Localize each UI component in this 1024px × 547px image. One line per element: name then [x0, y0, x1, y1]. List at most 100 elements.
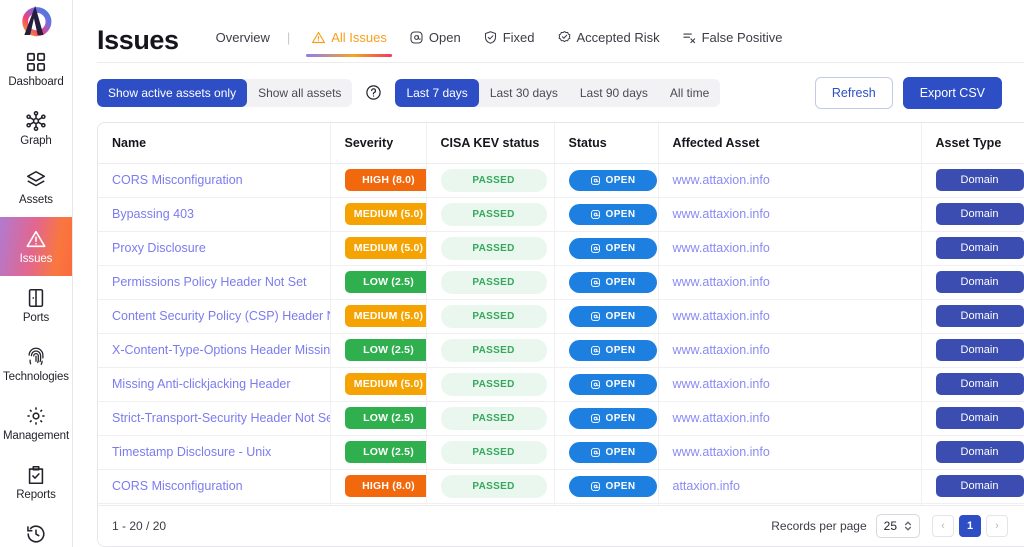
issue-name-link[interactable]: Proxy Disclosure — [112, 241, 206, 255]
cell-cisa-kev: PASSED — [426, 163, 554, 197]
tab-fixed[interactable]: Fixed — [472, 30, 546, 57]
sidebar-item-ports[interactable]: Ports — [0, 276, 72, 335]
column-header-severity[interactable]: Severity — [330, 123, 426, 164]
issue-name-link[interactable]: Bypassing 403 — [112, 207, 194, 221]
table-row[interactable]: X-Content-Type-Options Header Missing LOW… — [98, 333, 1024, 367]
affected-asset-link[interactable]: www.attaxion.info — [673, 275, 770, 289]
affected-asset-link[interactable]: www.attaxion.info — [673, 173, 770, 187]
status-badge[interactable]: OPEN — [569, 374, 657, 395]
status-badge[interactable]: OPEN — [569, 340, 657, 361]
show-active-assets-button[interactable]: Show active assets only — [97, 79, 247, 107]
refresh-button[interactable]: Refresh — [815, 77, 893, 109]
severity-badge[interactable]: LOW (2.5) — [345, 271, 427, 293]
affected-asset-link[interactable]: www.attaxion.info — [673, 377, 770, 391]
column-header-asset-type[interactable]: Asset Type — [921, 123, 1024, 164]
tab-all-issues[interactable]: All Issues — [300, 30, 398, 57]
asset-type-badge[interactable]: Domain — [936, 203, 1024, 225]
status-badge[interactable]: OPEN — [569, 306, 657, 327]
sidebar-item-dashboard[interactable]: Dashboard — [0, 40, 72, 99]
affected-asset-link[interactable]: www.attaxion.info — [673, 309, 770, 323]
table-row[interactable]: Missing Anti-clickjacking Header MEDIUM (… — [98, 367, 1024, 401]
table-row[interactable]: CORS MisconfigurationHIGH (8.0)PASSEDOPE… — [98, 469, 1024, 503]
issue-name-link[interactable]: Permissions Policy Header Not Set — [112, 275, 307, 289]
severity-badge[interactable]: LOW (2.5) — [345, 339, 427, 361]
table-row[interactable]: Permissions Policy Header Not Set LOW (2.… — [98, 265, 1024, 299]
severity-badge[interactable]: MEDIUM (5.0) — [345, 373, 427, 395]
question-circle-icon[interactable] — [365, 84, 382, 101]
page-1-button[interactable]: 1 — [959, 515, 981, 537]
asset-type-badge[interactable]: Domain — [936, 339, 1024, 361]
asset-type-badge[interactable]: Domain — [936, 305, 1024, 327]
issue-name-link[interactable]: CORS Misconfiguration — [112, 479, 243, 493]
affected-asset-link[interactable]: www.attaxion.info — [673, 411, 770, 425]
asset-type-badge[interactable]: Domain — [936, 441, 1024, 463]
sidebar-item-reports[interactable]: Reports — [0, 453, 72, 512]
tab-open[interactable]: Open — [398, 30, 472, 57]
table-row[interactable]: Proxy DisclosureMEDIUM (5.0)PASSEDOPENww… — [98, 231, 1024, 265]
sidebar-item-assets[interactable]: Assets — [0, 158, 72, 217]
time-range-all-time-button[interactable]: All time — [659, 79, 720, 107]
affected-asset-link[interactable]: www.attaxion.info — [673, 241, 770, 255]
asset-type-badge[interactable]: Domain — [936, 407, 1024, 429]
tab-accepted-risk[interactable]: Accepted Risk — [546, 30, 671, 57]
app-logo[interactable] — [0, 0, 72, 40]
column-header-status[interactable]: Status — [554, 123, 658, 164]
next-page-button[interactable]: › — [986, 515, 1008, 537]
issue-name-link[interactable]: Timestamp Disclosure - Unix — [112, 445, 271, 459]
tab-overview[interactable]: Overview — [205, 30, 281, 57]
status-badge[interactable]: OPEN — [569, 204, 657, 225]
cell-affected-asset: www.attaxion.info — [658, 231, 921, 265]
asset-type-badge[interactable]: Domain — [936, 373, 1024, 395]
issue-name-link[interactable]: CORS Misconfiguration — [112, 173, 243, 187]
severity-badge[interactable]: LOW (2.5) — [345, 407, 427, 429]
asset-type-badge[interactable]: Domain — [936, 169, 1024, 191]
asset-type-badge[interactable]: Domain — [936, 475, 1024, 497]
show-all-assets-button[interactable]: Show all assets — [247, 79, 352, 107]
severity-badge[interactable]: MEDIUM (5.0) — [345, 237, 427, 259]
sidebar-item-management[interactable]: Management — [0, 394, 72, 453]
status-badge[interactable]: OPEN — [569, 238, 657, 259]
status-badge[interactable]: OPEN — [569, 442, 657, 463]
affected-asset-link[interactable]: www.attaxion.info — [673, 343, 770, 357]
table-row[interactable]: Strict-Transport-Security Header Not Set… — [98, 401, 1024, 435]
sidebar-item-issues[interactable]: Issues — [0, 217, 72, 276]
issue-name-link[interactable]: Strict-Transport-Security Header Not Set — [112, 411, 330, 425]
sidebar-item-events[interactable]: Events — [0, 512, 72, 547]
issue-name-link[interactable]: Content Security Policy (CSP) Header Not… — [112, 309, 330, 323]
table-row[interactable]: Timestamp Disclosure - UnixLOW (2.5)PASS… — [98, 435, 1024, 469]
cell-cisa-kev: PASSED — [426, 299, 554, 333]
status-badge[interactable]: OPEN — [569, 272, 657, 293]
table-row[interactable]: CORS Misconfiguration HIGH (8.0)PASSED OPE… — [98, 163, 1024, 197]
column-header-affected-asset[interactable]: Affected Asset — [658, 123, 921, 164]
status-badge[interactable]: OPEN — [569, 408, 657, 429]
column-header-name[interactable]: Name — [98, 123, 330, 164]
affected-asset-link[interactable]: www.attaxion.info — [673, 445, 770, 459]
sidebar-item-graph[interactable]: Graph — [0, 99, 72, 158]
table-row[interactable]: Content Security Policy (CSP) Header Not… — [98, 299, 1024, 333]
table-scroll-area[interactable]: Name Severity CISA KEV status Status Aff… — [98, 123, 1024, 505]
severity-badge[interactable]: LOW (2.5) — [345, 441, 427, 463]
severity-badge[interactable]: MEDIUM (5.0) — [345, 203, 427, 225]
issue-name-link[interactable]: Missing Anti-clickjacking Header — [112, 377, 291, 391]
issue-name-link[interactable]: X-Content-Type-Options Header Missing — [112, 343, 330, 357]
severity-badge[interactable]: HIGH (8.0) — [345, 475, 427, 497]
column-header-cisa-kev-status[interactable]: CISA KEV status — [426, 123, 554, 164]
asset-type-badge[interactable]: Domain — [936, 237, 1024, 259]
tab-false-positive[interactable]: False Positive — [671, 30, 794, 57]
time-range-last-30-days-button[interactable]: Last 30 days — [479, 79, 569, 107]
status-badge[interactable]: OPEN — [569, 476, 657, 497]
export-csv-button[interactable]: Export CSV — [903, 77, 1002, 109]
time-range-last-7-days-button[interactable]: Last 7 days — [395, 79, 478, 107]
affected-asset-link[interactable]: www.attaxion.info — [673, 207, 770, 221]
records-per-page-select[interactable]: 25 — [876, 514, 920, 538]
sidebar-item-technologies[interactable]: Technologies — [0, 335, 72, 394]
tab-label: Fixed — [503, 30, 535, 45]
status-badge[interactable]: OPEN — [569, 170, 657, 191]
table-row[interactable]: Bypassing 403MEDIUM (5.0)PASSEDOPENwww.a… — [98, 197, 1024, 231]
affected-asset-link[interactable]: attaxion.info — [673, 479, 740, 493]
time-range-last-90-days-button[interactable]: Last 90 days — [569, 79, 659, 107]
asset-type-badge[interactable]: Domain — [936, 271, 1024, 293]
prev-page-button[interactable]: ‹ — [932, 515, 954, 537]
severity-badge[interactable]: MEDIUM (5.0) — [345, 305, 427, 327]
severity-badge[interactable]: HIGH (8.0) — [345, 169, 427, 191]
